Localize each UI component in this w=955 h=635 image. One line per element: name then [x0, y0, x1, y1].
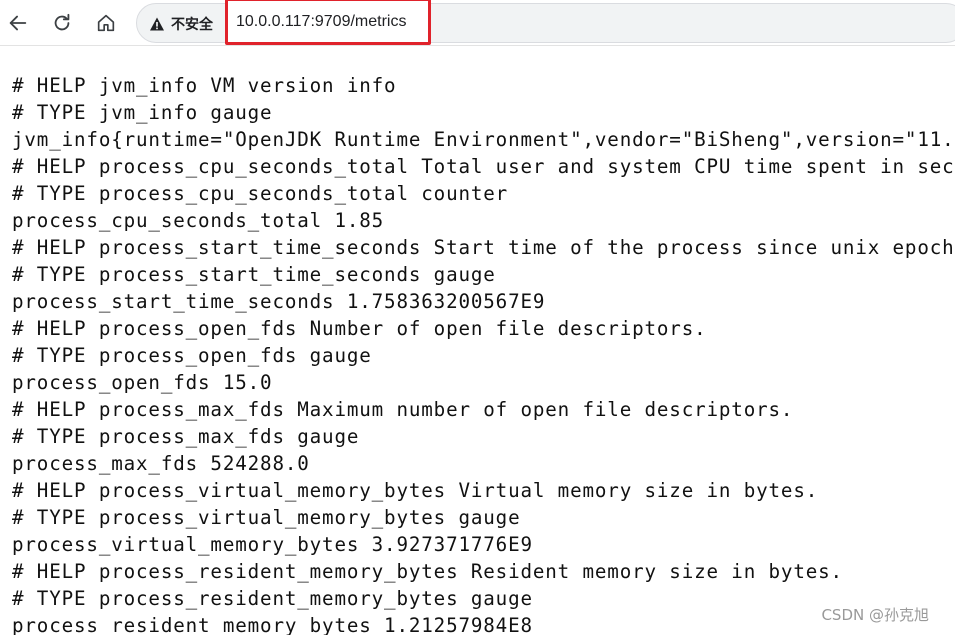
metric-line: process_virtual_memory_bytes 3.927371776…	[12, 533, 533, 556]
metric-line: # HELP process_start_time_seconds Start …	[12, 236, 955, 259]
metric-line: # TYPE process_max_fds gauge	[12, 425, 360, 448]
browser-toolbar: 不安全 10.0.0.117:9709/metrics	[0, 0, 955, 46]
metrics-content: # HELP jvm_info VM version info # TYPE jv…	[12, 72, 955, 635]
metric-line: process_cpu_seconds_total 1.85	[12, 209, 385, 232]
metric-line: process_max_fds 524288.0	[12, 452, 310, 475]
metric-line: # HELP process_cpu_seconds_total Total u…	[12, 155, 955, 178]
metric-line: # TYPE process_virtual_memory_bytes gaug…	[12, 506, 521, 529]
metric-line: process_resident_memory_bytes 1.21257984…	[12, 614, 533, 635]
metric-line: # TYPE jvm_info gauge	[12, 101, 273, 124]
reload-icon	[54, 13, 70, 31]
metric-line: # HELP process_open_fds Number of open f…	[12, 317, 707, 340]
home-icon	[97, 14, 115, 32]
metric-line: # TYPE process_start_time_seconds gauge	[12, 263, 496, 286]
metric-line: # HELP process_max_fds Maximum number of…	[12, 398, 794, 421]
metric-line: # HELP jvm_info VM version info	[12, 74, 397, 97]
url-text: 10.0.0.117:9709/metrics	[236, 12, 407, 30]
metric-line: jvm_info{runtime="OpenJDK Runtime Enviro…	[12, 128, 955, 151]
metric-line: # TYPE process_cpu_seconds_total counter	[12, 182, 509, 205]
security-label: 不安全	[171, 17, 213, 33]
metric-line: # HELP process_resident_memory_bytes Res…	[12, 560, 843, 583]
metric-line: # HELP process_virtual_memory_bytes Virt…	[12, 479, 819, 502]
address-bar[interactable]: 不安全 10.0.0.117:9709/metrics	[136, 0, 955, 45]
arrow-left-icon	[9, 15, 27, 31]
url-highlight-box[interactable]: 10.0.0.117:9709/metrics	[225, 0, 431, 45]
metric-line: process_start_time_seconds 1.75836320056…	[12, 290, 546, 313]
reload-button[interactable]	[46, 7, 78, 39]
back-button[interactable]	[2, 7, 34, 39]
home-button[interactable]	[90, 7, 122, 39]
csdn-watermark: CSDN @孙克旭	[819, 604, 931, 625]
warning-triangle-icon	[150, 17, 164, 31]
metric-line: process_open_fds 15.0	[12, 371, 273, 394]
metric-line: # TYPE process_open_fds gauge	[12, 344, 372, 367]
security-indicator[interactable]: 不安全	[149, 13, 213, 35]
metric-line: # TYPE process_resident_memory_bytes gau…	[12, 587, 533, 610]
